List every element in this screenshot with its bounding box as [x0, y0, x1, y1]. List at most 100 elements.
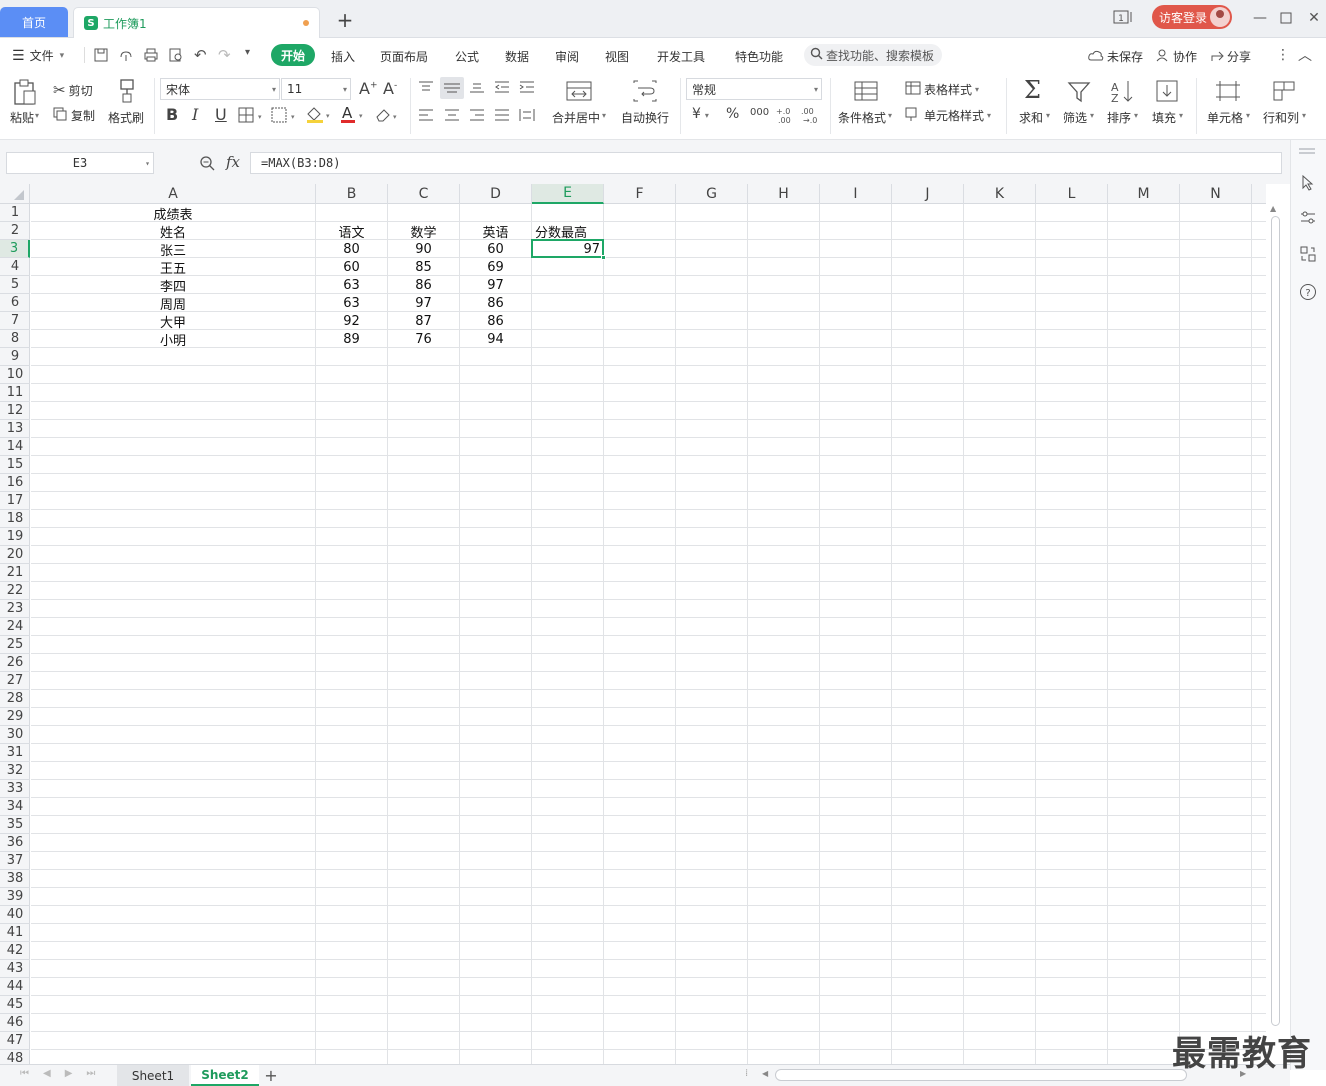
- cell-d8[interactable]: 94: [460, 330, 531, 348]
- filter-dropdown-icon[interactable]: ▾: [1090, 111, 1094, 120]
- scroll-left-icon[interactable]: ◀: [762, 1069, 768, 1078]
- cell-c6[interactable]: 97: [388, 294, 459, 312]
- tab-data[interactable]: 数据: [505, 48, 529, 65]
- maximize-icon[interactable]: [1275, 8, 1297, 28]
- filter-label[interactable]: 筛选: [1063, 109, 1087, 126]
- row-header[interactable]: 44: [0, 978, 30, 996]
- cell-fill-pattern-icon[interactable]: ▾: [271, 107, 297, 126]
- cell-d7[interactable]: 86: [460, 312, 531, 330]
- row-header[interactable]: 41: [0, 924, 30, 942]
- wrap-text-label[interactable]: 自动换行: [621, 109, 669, 126]
- cell-a7[interactable]: 大甲: [31, 312, 315, 331]
- cell-b6[interactable]: 63: [316, 294, 387, 312]
- cell-b8[interactable]: 89: [316, 330, 387, 348]
- tab-review[interactable]: 审阅: [555, 48, 579, 65]
- paste-label[interactable]: 粘贴: [10, 109, 34, 126]
- bold-icon[interactable]: B: [166, 107, 178, 123]
- cell-a8[interactable]: 小明: [31, 330, 315, 349]
- justify-icon[interactable]: [494, 108, 510, 125]
- cell-a3[interactable]: 张三: [31, 240, 315, 259]
- row-header[interactable]: 31: [0, 744, 30, 762]
- cell-a2[interactable]: 姓名: [31, 222, 315, 241]
- tab-home[interactable]: 首页: [0, 7, 68, 37]
- row-header[interactable]: 27: [0, 672, 30, 690]
- row-header[interactable]: 25: [0, 636, 30, 654]
- formula-input[interactable]: =MAX(B3:D8): [250, 152, 1282, 174]
- row-header[interactable]: 9: [0, 348, 30, 366]
- number-format-select[interactable]: 常规 ▾: [686, 78, 822, 100]
- row-header[interactable]: 35: [0, 816, 30, 834]
- share-button[interactable]: 分享: [1210, 48, 1251, 65]
- row-header[interactable]: 20: [0, 546, 30, 564]
- hscroll-split-icon[interactable]: ⁞: [745, 1068, 748, 1079]
- increase-decimal-icon[interactable]: +.0.00: [774, 106, 794, 127]
- row-header[interactable]: 10: [0, 366, 30, 384]
- row-header[interactable]: 23: [0, 600, 30, 618]
- select-all-corner[interactable]: [0, 184, 30, 204]
- row-header[interactable]: 39: [0, 888, 30, 906]
- row-header[interactable]: 1: [0, 204, 30, 222]
- currency-icon[interactable]: ¥ ▾: [692, 107, 709, 121]
- row-header[interactable]: 38: [0, 870, 30, 888]
- align-center-icon[interactable]: [444, 108, 460, 125]
- sheet-tab-sheet1[interactable]: Sheet1: [117, 1065, 189, 1086]
- cell-b3[interactable]: 80: [316, 240, 387, 258]
- unsaved-status[interactable]: 未保存: [1088, 48, 1143, 65]
- cond-format-dropdown-icon[interactable]: ▾: [888, 111, 892, 120]
- sort-dropdown-icon[interactable]: ▾: [1134, 111, 1138, 120]
- column-header-b[interactable]: B: [316, 184, 388, 204]
- cell-c8[interactable]: 76: [388, 330, 459, 348]
- new-tab-button[interactable]: +: [335, 10, 355, 30]
- cell-d3[interactable]: 60: [460, 240, 531, 258]
- row-header[interactable]: 26: [0, 654, 30, 672]
- row-header[interactable]: 29: [0, 708, 30, 726]
- sheet-nav-arrows-icon[interactable]: ⏮◀▶⏭: [20, 1068, 109, 1079]
- undo-icon[interactable]: ↶: [194, 46, 207, 64]
- align-top-icon[interactable]: [418, 80, 434, 97]
- row-header[interactable]: 30: [0, 726, 30, 744]
- row-header[interactable]: 4: [0, 258, 30, 276]
- cell-c5[interactable]: 86: [388, 276, 459, 294]
- row-header[interactable]: 6: [0, 294, 30, 312]
- tab-developer[interactable]: 开发工具: [657, 48, 705, 65]
- font-name-select[interactable]: 宋体 ▾: [160, 78, 280, 100]
- underline-icon[interactable]: U: [215, 107, 227, 123]
- save-icon[interactable]: [93, 47, 109, 66]
- column-header-k[interactable]: K: [964, 184, 1036, 204]
- row-header[interactable]: 3: [0, 240, 30, 258]
- merge-center-icon[interactable]: [566, 80, 592, 105]
- name-box[interactable]: E3 ▾: [6, 152, 154, 174]
- filter-icon[interactable]: [1067, 80, 1091, 107]
- row-header[interactable]: 5: [0, 276, 30, 294]
- cell-dropdown-icon[interactable]: ▾: [1246, 111, 1250, 120]
- column-header-c[interactable]: C: [388, 184, 460, 204]
- row-header[interactable]: 33: [0, 780, 30, 798]
- tab-page-layout[interactable]: 页面布局: [380, 48, 428, 65]
- cell-b7[interactable]: 92: [316, 312, 387, 330]
- row-header[interactable]: 7: [0, 312, 30, 330]
- percent-icon[interactable]: %: [726, 107, 739, 121]
- zoom-function-icon[interactable]: [199, 155, 215, 174]
- help-icon[interactable]: ?: [1299, 283, 1317, 304]
- print-preview-icon[interactable]: [168, 47, 184, 66]
- row-header[interactable]: 42: [0, 942, 30, 960]
- cell-a5[interactable]: 李四: [31, 276, 315, 295]
- fill-icon[interactable]: [1155, 79, 1179, 106]
- column-header-l[interactable]: L: [1036, 184, 1108, 204]
- row-header[interactable]: 19: [0, 528, 30, 546]
- fill-handle[interactable]: [601, 255, 606, 260]
- column-header-f[interactable]: F: [604, 184, 676, 204]
- pointer-icon[interactable]: [1300, 174, 1316, 194]
- row-header[interactable]: 40: [0, 906, 30, 924]
- row-header[interactable]: 8: [0, 330, 30, 348]
- italic-icon[interactable]: I: [192, 107, 198, 123]
- print-icon[interactable]: [143, 47, 159, 66]
- cell-a1[interactable]: 成绩表: [31, 204, 315, 223]
- row-header[interactable]: 21: [0, 564, 30, 582]
- vertical-scrollbar[interactable]: ▲: [1268, 204, 1282, 1068]
- column-header-e[interactable]: E: [532, 184, 604, 204]
- format-painter-label[interactable]: 格式刷: [108, 109, 144, 126]
- row-col-dropdown-icon[interactable]: ▾: [1302, 111, 1306, 120]
- row-header[interactable]: 43: [0, 960, 30, 978]
- more-options-icon[interactable]: ⋮: [1276, 47, 1290, 63]
